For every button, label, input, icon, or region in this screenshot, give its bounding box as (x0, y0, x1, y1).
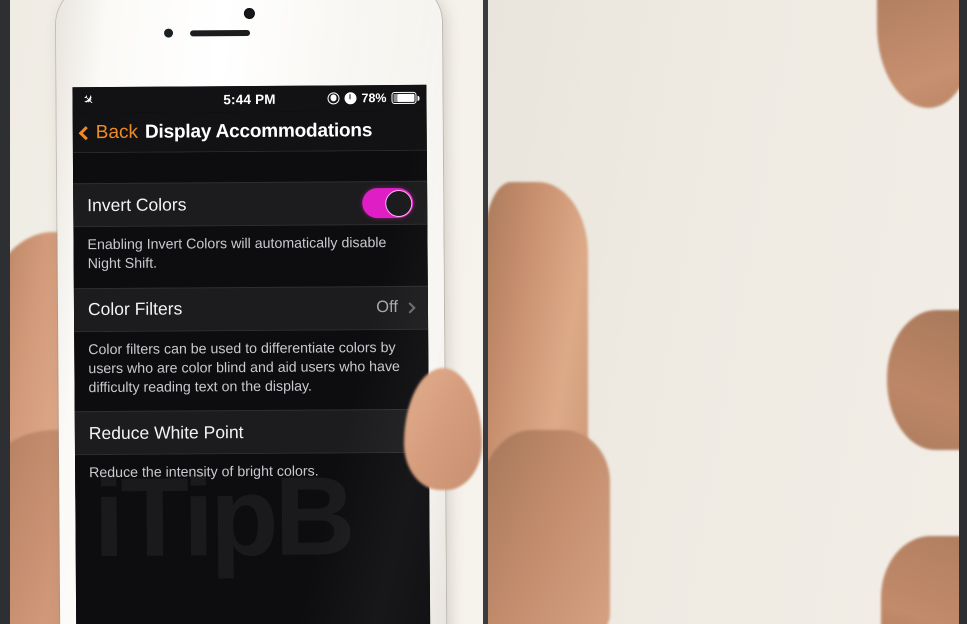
reduce-white-point-label: Reduce White Point (88, 421, 244, 444)
right-holding-fingers-lower (488, 430, 610, 624)
toggle-knob (384, 189, 412, 217)
left-frame-edge (0, 0, 10, 624)
left-status-right: 78% (327, 91, 417, 106)
section-gap-top (72, 150, 428, 184)
color-filters-row[interactable]: Color Filters Off (73, 285, 429, 332)
settings-list: iTipB Invert Colors Enabling Invert Colo… (72, 150, 431, 624)
reduce-white-point-row[interactable]: Reduce White Point (74, 409, 429, 456)
page-title: Display Accommodations (144, 119, 373, 143)
right-photo-panel: ✈ 5:44 PM 78% (488, 0, 967, 624)
right-frame-edge (959, 0, 967, 624)
left-nav-bar: Back Display Accommodations (72, 110, 427, 154)
back-button[interactable]: Back (78, 121, 139, 143)
earpiece-speaker-icon (190, 29, 251, 37)
invert-colors-toggle[interactable] (362, 187, 414, 219)
battery-icon (391, 91, 417, 105)
ambient-light-sensor-icon (164, 28, 174, 38)
reduce-white-point-footnote: Reduce the intensity of bright colors. (74, 453, 430, 498)
left-iphone-body: ✈ 5:44 PM 78% Back Display Accommodation… (55, 0, 447, 624)
back-button-label: Back (95, 121, 139, 143)
battery-fill (397, 93, 415, 102)
invert-colors-row[interactable]: Invert Colors (73, 180, 428, 228)
color-filters-value: Off (376, 298, 399, 317)
do-not-disturb-icon (327, 92, 340, 105)
chevron-right-icon (404, 301, 416, 314)
left-iphone-screen: ✈ 5:44 PM 78% Back Display Accommodation… (72, 84, 431, 624)
color-filters-label: Color Filters (87, 298, 183, 320)
invert-colors-label: Invert Colors (87, 193, 187, 215)
screenshot-stage: ✈ 5:44 PM 78% Back Display Accommodation… (0, 0, 967, 624)
chevron-left-icon (78, 125, 93, 140)
alarm-clock-icon (344, 92, 357, 105)
invert-colors-footnote: Enabling Invert Colors will automaticall… (73, 224, 428, 288)
front-camera-icon (243, 7, 255, 20)
left-battery-percent: 78% (361, 91, 387, 106)
color-filters-footnote: Color filters can be used to differentia… (74, 329, 429, 412)
left-status-left: ✈ (80, 90, 98, 108)
left-photo-panel: ✈ 5:44 PM 78% Back Display Accommodation… (0, 0, 483, 624)
panel-divider (483, 0, 488, 624)
left-status-bar: ✈ 5:44 PM 78% (72, 84, 427, 114)
airplane-mode-icon: ✈ (79, 90, 98, 109)
